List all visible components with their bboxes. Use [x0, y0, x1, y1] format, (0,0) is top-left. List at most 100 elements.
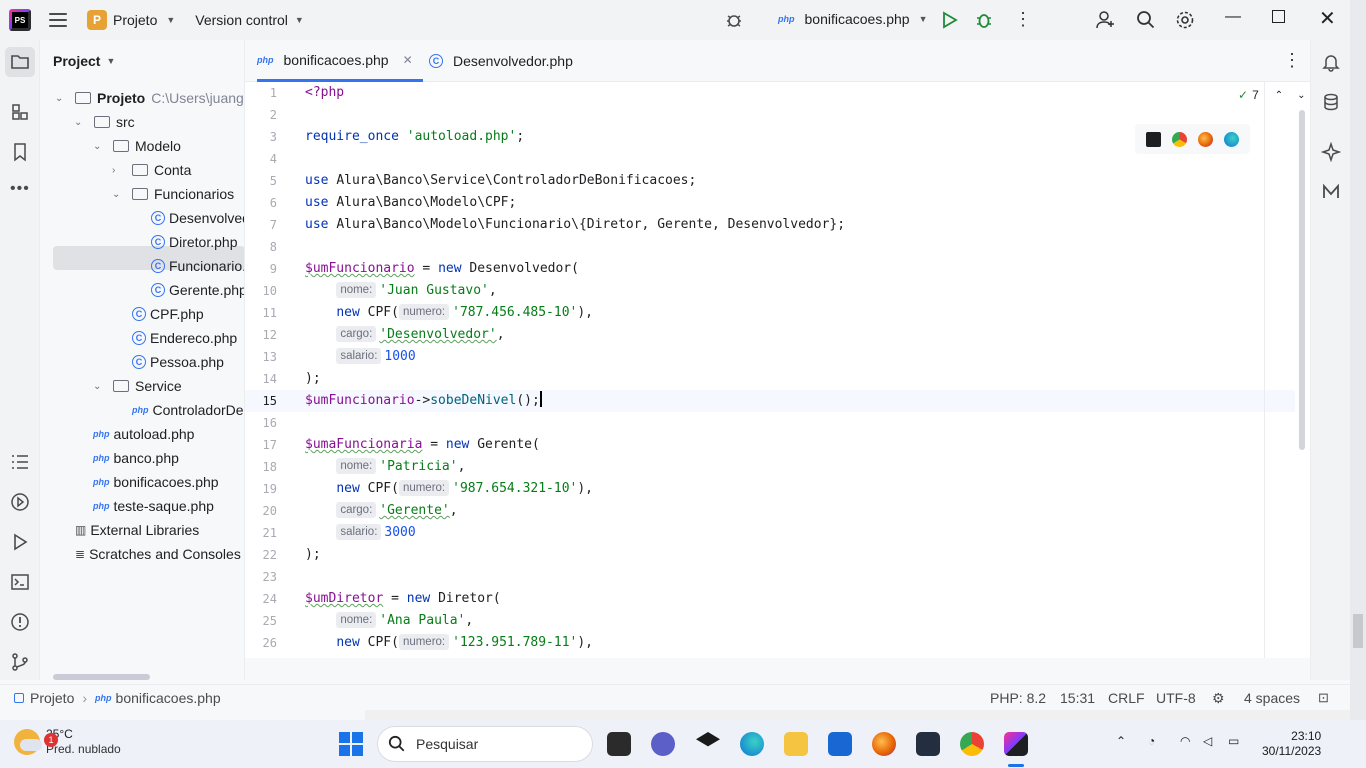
tab-bonificacoes[interactable]: php bonificacoes.php ✕ [257, 40, 423, 82]
tree-item-scratches[interactable]: ≣ Scratches and Consoles [75, 542, 241, 566]
indent-widget[interactable]: 4 spaces [1244, 690, 1300, 706]
firefox-icon[interactable] [1197, 131, 1213, 147]
inspection-widget[interactable]: ✓ 7 ⌃ ⌄ [1238, 88, 1306, 102]
tree-item-desenvolvedor[interactable]: C Desenvolvedor.php [151, 206, 244, 230]
tree-item-funcionario[interactable]: C Funcionario.php [151, 254, 244, 278]
phpstorm-browser-icon[interactable] [1146, 131, 1162, 147]
code-editor[interactable]: 1 2 3 4 5 6 7 8 9 10 11 12 13 14 15 16 1… [245, 82, 1310, 658]
weather-widget[interactable]: 1 25°C Pred. nublado [14, 727, 121, 757]
firefox-icon[interactable] [872, 732, 896, 756]
version-control-menu[interactable]: Version control ▼ [195, 12, 304, 28]
project-panel-header[interactable]: Project ▼ [40, 40, 244, 82]
bookmarks-icon[interactable] [10, 142, 30, 162]
gear-icon[interactable] [1175, 10, 1195, 30]
services-icon[interactable] [10, 492, 30, 512]
taskbar-clock[interactable]: 23:10 30/11/2023 [1262, 729, 1321, 759]
edge-icon[interactable] [1223, 131, 1239, 147]
todo-list-icon[interactable] [10, 452, 30, 472]
close-tab-icon[interactable]: ✕ [403, 53, 413, 67]
phpstorm-taskbar-icon[interactable] [1004, 732, 1028, 756]
notifications-icon[interactable] [1321, 52, 1341, 72]
tree-item-modelo[interactable]: ⌄ Modelo [93, 134, 181, 158]
tree-item-autoload[interactable]: php autoload.php [93, 422, 194, 446]
minimize-button[interactable]: — [1225, 8, 1241, 26]
tree-label: teste-saque.php [113, 498, 214, 514]
file-explorer-icon[interactable] [784, 732, 808, 756]
tree-item-external-libraries[interactable]: ▥ External Libraries [75, 518, 199, 542]
line-ending-widget[interactable]: CRLF [1108, 690, 1145, 706]
folder-icon [11, 55, 29, 69]
keyword: new [406, 591, 431, 606]
tree-item-bonificacoes[interactable]: php bonificacoes.php [93, 470, 219, 494]
git-icon[interactable] [10, 652, 30, 672]
network-status-icon[interactable]: ◔ [1148, 734, 1155, 748]
dropbox-icon[interactable] [696, 732, 720, 747]
text-cursor [539, 391, 542, 407]
editor-vertical-scrollbar[interactable] [1299, 110, 1305, 450]
tree-item-src[interactable]: ⌄ src [74, 110, 135, 134]
search-icon[interactable] [1136, 10, 1156, 30]
tree-item-diretor[interactable]: C Diretor.php [151, 230, 237, 254]
run-tool-icon[interactable] [10, 532, 30, 552]
breadcrumb-file[interactable]: bonificacoes.php [116, 690, 221, 706]
tree-item-endereco[interactable]: C Endereco.php [132, 326, 237, 350]
tree-item-controlador[interactable]: php ControladorDeBonificacoes.php [132, 398, 244, 422]
phpstorm-logo-icon[interactable]: PS [9, 9, 31, 31]
teams-chat-icon[interactable] [651, 732, 675, 756]
terminal-icon[interactable] [10, 572, 30, 592]
tab-options-icon[interactable]: ⋮ [1283, 50, 1301, 71]
chevron-up-icon[interactable]: ⌃ [1116, 734, 1126, 748]
active-app-indicator [1008, 764, 1024, 767]
main-menu-icon[interactable] [49, 13, 67, 27]
tab-desenvolvedor[interactable]: C Desenvolvedor.php [429, 40, 573, 82]
lock-icon[interactable]: ⊡ [1318, 690, 1329, 706]
start-button[interactable] [339, 732, 363, 756]
run-icon[interactable] [941, 10, 959, 30]
tree-item-funcionarios[interactable]: ⌄ Funcionarios [112, 182, 234, 206]
taskbar-search[interactable]: Pesquisar [377, 726, 593, 762]
task-view-icon[interactable] [607, 732, 631, 756]
amazon-icon[interactable] [916, 732, 940, 756]
breadcrumb-project[interactable]: Projeto [30, 690, 74, 706]
structure-icon[interactable] [10, 102, 30, 122]
tree-item-cpf[interactable]: C CPF.php [132, 302, 204, 326]
tree-root-projeto[interactable]: ⌄ Projeto C:\Users\juang\ [55, 86, 244, 110]
caret-position-widget[interactable]: 15:31 [1060, 690, 1095, 706]
project-switcher[interactable]: P Projeto ▼ [87, 10, 175, 30]
chrome-icon[interactable] [960, 732, 984, 756]
close-window-button[interactable]: ✕ [1319, 6, 1336, 31]
tree-item-gerente[interactable]: C Gerente.php [151, 278, 244, 302]
page-scrollbar[interactable] [1350, 0, 1366, 720]
problems-icon[interactable] [10, 612, 30, 632]
markdown-icon[interactable] [1321, 182, 1341, 202]
project-horizontal-scrollbar[interactable] [53, 674, 150, 680]
debug-icon[interactable] [975, 10, 993, 30]
tree-item-service[interactable]: ⌄ Service [93, 374, 182, 398]
run-configuration-selector[interactable]: php bonificacoes.php ▼ [778, 11, 928, 27]
maximize-button[interactable] [1272, 10, 1285, 23]
project-tool-button[interactable] [5, 47, 35, 77]
chevron-up-icon[interactable]: ⌃ [1275, 90, 1283, 101]
tree-item-conta[interactable]: › Conta [112, 158, 191, 182]
chevron-down-icon[interactable]: ⌄ [1297, 90, 1305, 101]
wifi-icon[interactable]: ◠ [1180, 734, 1190, 748]
add-user-icon[interactable] [1096, 10, 1116, 30]
line-number: 22 [262, 548, 277, 562]
page-scroll-thumb[interactable] [1353, 614, 1363, 648]
ai-assistant-icon[interactable] [1321, 142, 1341, 162]
more-actions-icon[interactable]: ⋮ [1014, 9, 1032, 30]
edge-icon[interactable] [740, 732, 764, 756]
tree-item-banco[interactable]: php banco.php [93, 446, 179, 470]
tree-item-teste-saque[interactable]: php teste-saque.php [93, 494, 214, 518]
code-style-icon[interactable]: ⚙ [1212, 690, 1225, 707]
volume-icon[interactable]: ◁ [1203, 734, 1212, 748]
more-tools-icon[interactable]: ••• [10, 180, 30, 200]
database-icon[interactable] [1321, 92, 1341, 112]
battery-icon[interactable]: ▭ [1228, 734, 1239, 748]
debug-settings-icon[interactable] [724, 10, 744, 30]
php-version-widget[interactable]: PHP: 8.2 [990, 690, 1046, 706]
encoding-widget[interactable]: UTF-8 [1156, 690, 1196, 706]
microsoft-store-icon[interactable] [828, 732, 852, 756]
tree-item-pessoa[interactable]: C Pessoa.php [132, 350, 224, 374]
chrome-icon[interactable] [1172, 131, 1188, 147]
